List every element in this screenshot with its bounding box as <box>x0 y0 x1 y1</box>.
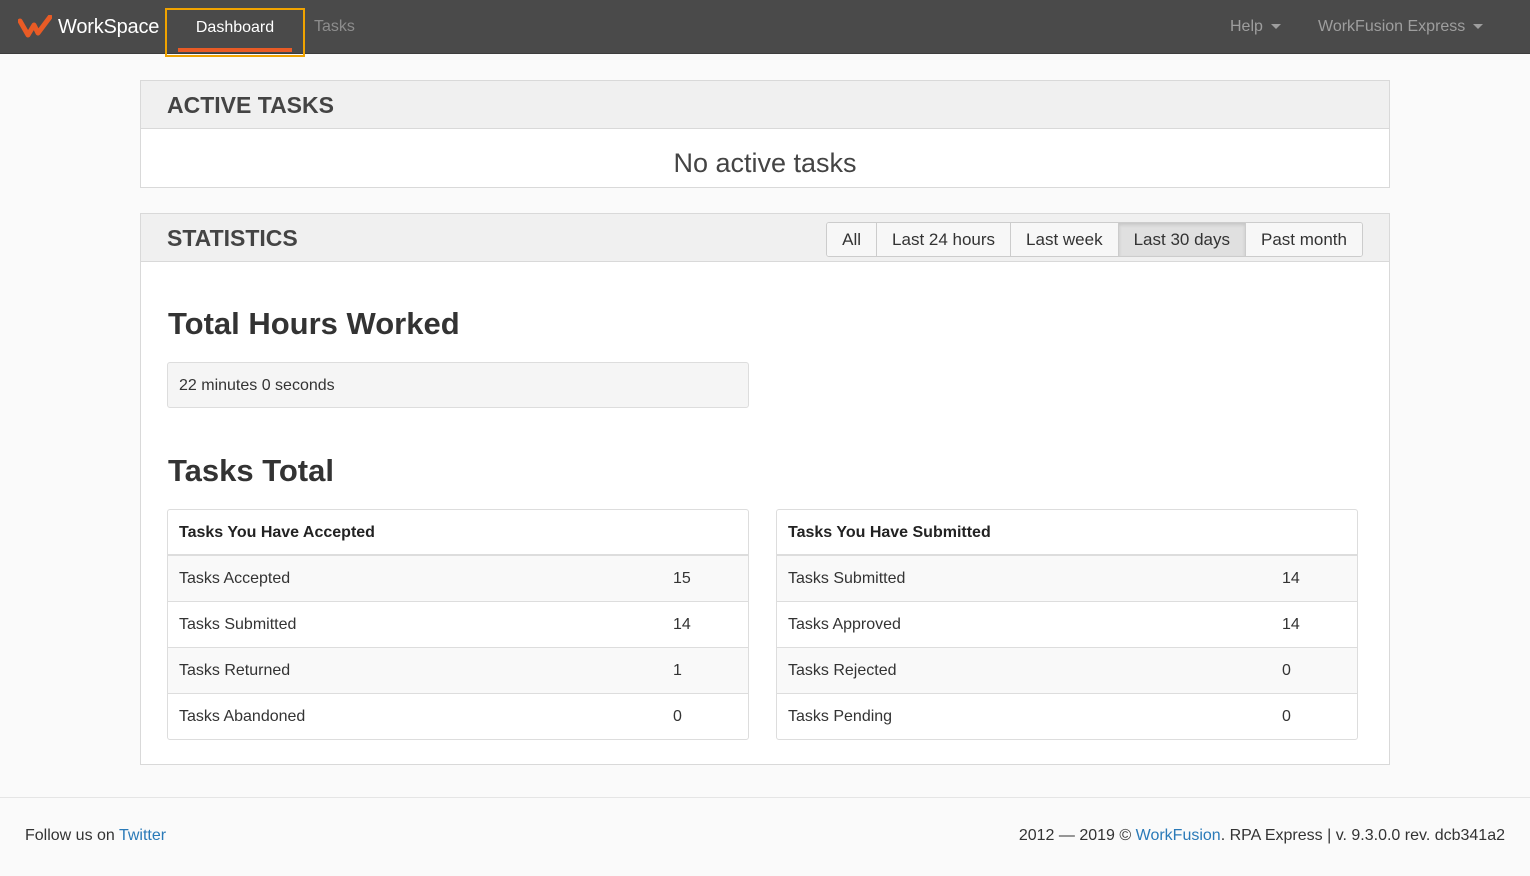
table-row: Tasks Pending 0 <box>777 693 1357 739</box>
tab-dashboard-label: Dashboard <box>195 19 275 36</box>
page-footer: Follow us on Twitter 2012 — 2019 © WorkF… <box>0 797 1530 876</box>
row-value: 1 <box>673 662 682 679</box>
row-label: Tasks Rejected <box>788 662 897 679</box>
total-hours-value: 22 minutes 0 seconds <box>167 362 749 408</box>
caret-down-icon <box>1473 24 1484 30</box>
time-filter-group: All Last 24 hours Last week Last 30 days… <box>826 222 1363 257</box>
tab-tasks[interactable]: Tasks <box>314 18 355 36</box>
copyright-prefix: 2012 — 2019 © <box>1018 827 1132 844</box>
user-menu[interactable]: WorkFusion Express <box>1318 18 1484 36</box>
twitter-link[interactable]: Twitter <box>119 827 166 844</box>
workfusion-logo-icon <box>18 15 52 39</box>
row-value: 14 <box>1282 570 1300 587</box>
active-tab-indicator <box>178 48 292 52</box>
filter-last-week-button[interactable]: Last week <box>1010 223 1118 256</box>
row-value: 15 <box>673 570 691 587</box>
help-menu-label: Help <box>1230 18 1263 35</box>
row-value: 0 <box>1282 662 1291 679</box>
row-label: Tasks Accepted <box>179 570 291 587</box>
filter-last-24-hours-button[interactable]: Last 24 hours <box>876 223 1011 256</box>
tasks-accepted-table: Tasks You Have Accepted Tasks Accepted 1… <box>167 509 749 740</box>
top-navbar: WorkSpace Dashboard Tasks Help WorkFusio… <box>0 0 1530 57</box>
row-value: 0 <box>1282 708 1291 725</box>
tasks-total-heading: Tasks Total <box>168 453 334 488</box>
statistics-title: STATISTICS <box>167 225 298 251</box>
table-row: Tasks Submitted 14 <box>777 555 1357 601</box>
tasks-accepted-table-header: Tasks You Have Accepted <box>168 510 748 555</box>
row-label: Tasks Approved <box>788 616 901 633</box>
user-menu-label: WorkFusion Express <box>1318 18 1466 35</box>
row-label: Tasks Submitted <box>788 570 906 587</box>
brand-name: WorkSpace <box>58 15 160 38</box>
active-tasks-title: ACTIVE TASKS <box>167 92 334 118</box>
active-tasks-header: ACTIVE TASKS <box>141 81 1389 129</box>
row-label: Tasks Abandoned <box>179 708 306 725</box>
version-text: . RPA Express | v. 9.3.0.0 rev. dcb341a2 <box>1220 827 1505 844</box>
footer-follow: Follow us on Twitter <box>25 827 166 845</box>
tab-dashboard[interactable]: Dashboard <box>165 8 305 57</box>
table-row: Tasks Abandoned 0 <box>168 693 748 739</box>
help-menu[interactable]: Help <box>1230 18 1281 36</box>
row-value: 14 <box>673 616 691 633</box>
statistics-header: STATISTICS All Last 24 hours Last week L… <box>141 214 1389 262</box>
filter-past-month-button[interactable]: Past month <box>1245 223 1362 256</box>
brand-link[interactable]: WorkSpace <box>18 12 159 42</box>
table-row: Tasks Approved 14 <box>777 601 1357 647</box>
table-row: Tasks Returned 1 <box>168 647 748 693</box>
tasks-submitted-table-header: Tasks You Have Submitted <box>777 510 1357 555</box>
follow-text: Follow us on <box>25 827 115 844</box>
workfusion-link[interactable]: WorkFusion <box>1136 827 1221 844</box>
caret-down-icon <box>1270 24 1281 30</box>
statistics-panel: STATISTICS All Last 24 hours Last week L… <box>140 213 1390 765</box>
table-row: Tasks Accepted 15 <box>168 555 748 601</box>
tasks-submitted-table: Tasks You Have Submitted Tasks Submitted… <box>776 509 1358 740</box>
row-label: Tasks Returned <box>179 662 291 679</box>
row-value: 0 <box>673 708 682 725</box>
table-row: Tasks Submitted 14 <box>168 601 748 647</box>
active-tasks-panel: ACTIVE TASKS No active tasks <box>140 80 1390 188</box>
no-active-tasks-message: No active tasks <box>673 148 857 178</box>
table-row: Tasks Rejected 0 <box>777 647 1357 693</box>
row-label: Tasks Pending <box>788 708 893 725</box>
filter-all-button[interactable]: All <box>827 223 877 256</box>
footer-copyright: 2012 — 2019 © WorkFusion. RPA Express | … <box>1019 827 1505 845</box>
row-value: 14 <box>1282 616 1300 633</box>
row-label: Tasks Submitted <box>179 616 297 633</box>
filter-last-30-days-button[interactable]: Last 30 days <box>1117 223 1245 256</box>
total-hours-heading: Total Hours Worked <box>168 306 460 341</box>
